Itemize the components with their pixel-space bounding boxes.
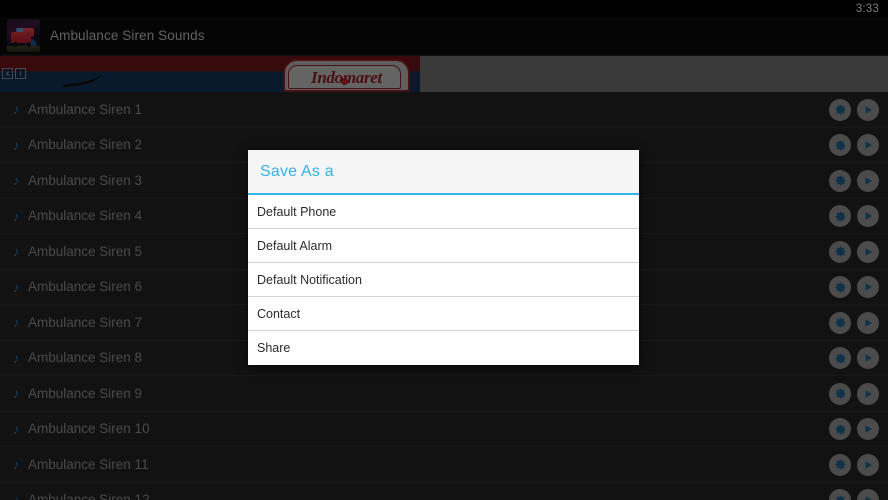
dialog-option[interactable]: Contact (248, 297, 639, 331)
play-icon[interactable] (857, 240, 879, 263)
sound-list-item-label: Ambulance Siren 7 (28, 314, 143, 330)
sound-list-item[interactable]: ♪ Ambulance Siren 1 (0, 92, 888, 128)
gear-icon[interactable] (829, 418, 851, 441)
gear-icon[interactable] (829, 382, 851, 405)
app-icon-wheel-rear (26, 42, 31, 47)
sound-list-item-actions (829, 92, 879, 128)
sound-list-item[interactable]: ♪ Ambulance Siren 9 (0, 376, 888, 412)
sound-list-item-actions (829, 163, 879, 199)
sound-list-item-actions (829, 447, 879, 483)
sound-list-item[interactable]: ♪ Ambulance Siren 12 (0, 482, 888, 500)
sound-list-item-label: Ambulance Siren 10 (28, 421, 150, 437)
status-clock: 3:33 (855, 2, 879, 15)
sound-list-item-actions (829, 128, 879, 164)
gear-icon[interactable] (829, 489, 851, 500)
play-icon[interactable] (857, 311, 879, 334)
gear-icon[interactable] (829, 276, 851, 299)
action-bar: Ambulance Siren Sounds (0, 17, 888, 55)
sound-list-item[interactable]: ♪ Ambulance Siren 10 (0, 411, 888, 448)
play-icon[interactable] (857, 382, 879, 405)
info-icon[interactable]: i (15, 68, 26, 79)
music-note-icon: ♪ (12, 278, 20, 295)
gear-icon[interactable] (829, 453, 851, 476)
play-icon[interactable] (857, 98, 879, 121)
sound-list-item-actions (829, 376, 879, 412)
music-note-icon: ♪ (12, 172, 20, 189)
sound-list-item-actions (829, 341, 879, 377)
sound-list-item-label: Ambulance Siren 11 (28, 456, 149, 472)
sound-list-item-label: Ambulance Siren 1 (28, 101, 143, 117)
sound-list-item-label: Ambulance Siren 9 (28, 385, 143, 401)
sound-list-item-actions (829, 412, 879, 448)
music-note-icon: ♪ (12, 420, 20, 437)
gear-icon[interactable] (829, 240, 851, 263)
page-title: Ambulance Siren Sounds (50, 28, 205, 43)
music-note-icon: ♪ (12, 456, 20, 473)
ad-swoosh-decoration (61, 66, 103, 88)
dialog-title-bar: Save As a (248, 150, 639, 195)
music-note-icon: ♪ (12, 349, 20, 366)
gear-icon[interactable] (829, 169, 851, 192)
play-icon[interactable] (857, 134, 879, 157)
save-as-dialog: Save As a Default Phone Default Alarm Defa… (248, 150, 639, 365)
play-icon[interactable] (857, 169, 879, 192)
sound-list-item-label: Ambulance Siren 6 (28, 279, 143, 295)
play-icon[interactable] (857, 489, 879, 500)
sound-list-item-actions (829, 199, 879, 235)
music-note-icon: ♪ (12, 491, 20, 500)
sound-list-item-label: Ambulance Siren 2 (28, 137, 143, 153)
ad-controls: x i (2, 68, 26, 79)
music-note-icon: ♪ (12, 136, 20, 153)
play-icon[interactable] (857, 418, 879, 441)
music-note-icon: ♪ (12, 385, 20, 402)
app-icon-wheel-front (13, 42, 18, 47)
music-note-icon: ♪ (12, 207, 20, 224)
play-icon[interactable] (857, 276, 879, 299)
gear-icon[interactable] (829, 98, 851, 121)
gear-icon[interactable] (829, 134, 851, 157)
play-icon[interactable] (857, 453, 879, 476)
music-note-icon: ♪ (12, 243, 20, 260)
sound-list-item-label: Ambulance Siren 3 (28, 172, 143, 188)
ambulance-app-icon (7, 19, 40, 52)
sound-list-item-label: Ambulance Siren 8 (28, 350, 143, 366)
sound-list-item[interactable]: ♪ Ambulance Siren 11 (0, 447, 888, 483)
app-icon-truck-cab (23, 28, 34, 37)
music-note-icon: ♪ (12, 314, 20, 331)
sound-list-item-actions (829, 483, 879, 500)
brand-logo: Indomaret (283, 57, 410, 92)
app-icon-ground (7, 46, 40, 52)
dialog-option-list: Default Phone Default Alarm Default Notifi… (248, 195, 639, 365)
gear-icon[interactable] (829, 311, 851, 334)
ad-banner[interactable]: x i Indomaret MyIndomaret FREE INSTALL (0, 56, 888, 92)
close-icon[interactable]: x (2, 68, 13, 79)
music-note-icon: ♪ (12, 101, 20, 118)
dialog-option[interactable]: Default Alarm (248, 229, 639, 263)
status-bar: 3:33 (0, 0, 888, 17)
sound-list-item-actions (829, 270, 879, 306)
sound-list-item-label: Ambulance Siren 12 (28, 492, 150, 500)
app-screen: 3:33 Ambulance Siren Sounds x i Indomare… (0, 0, 888, 500)
dialog-option[interactable]: Default Notification (248, 263, 639, 297)
dialog-title: Save As a (260, 162, 334, 180)
play-icon[interactable] (857, 347, 879, 370)
gear-icon[interactable] (829, 205, 851, 228)
sound-list-item-actions (829, 305, 879, 341)
sound-list-item-label: Ambulance Siren 4 (28, 208, 143, 224)
brand-logo-dot (341, 78, 348, 85)
sound-list-item-actions (829, 234, 879, 270)
gear-icon[interactable] (829, 347, 851, 370)
play-icon[interactable] (857, 205, 879, 228)
dialog-option[interactable]: Default Phone (248, 195, 639, 229)
sound-list-item-label: Ambulance Siren 5 (28, 243, 143, 259)
dialog-option[interactable]: Share (248, 331, 639, 365)
